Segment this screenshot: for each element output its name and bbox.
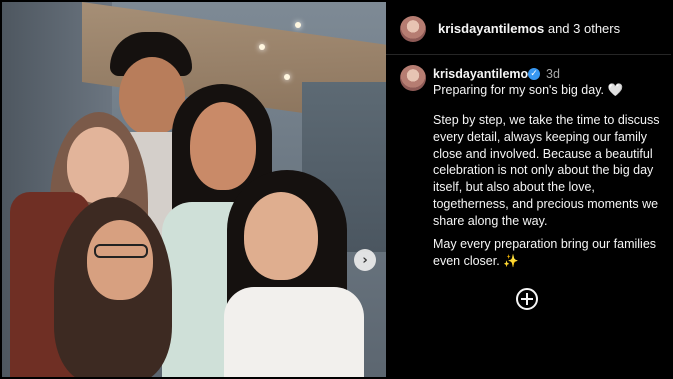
- caption-paragraph-3: May every preparation bring our families…: [433, 236, 663, 270]
- caption-paragraph-2: Step by step, we take the time to discus…: [433, 113, 660, 228]
- caption-text: May every preparation bring our families…: [433, 237, 657, 268]
- white-heart-emoji: 🤍: [607, 82, 624, 97]
- post-header: krisdayantilemos and 3 others: [386, 2, 671, 55]
- header-username[interactable]: krisdayantilemos: [438, 21, 544, 36]
- chevron-right-icon: ›: [362, 252, 368, 268]
- caption-line-1: Preparing for my son's big day. 🤍: [433, 82, 663, 99]
- post-modal: › krisdayantilemos and 3 others krisdaya…: [0, 0, 673, 379]
- sparkles-emoji: ✨: [503, 252, 519, 268]
- post-photo[interactable]: ›: [2, 2, 386, 377]
- plus-circle-icon[interactable]: [516, 288, 538, 310]
- verified-badge-icon: ✓: [528, 68, 540, 80]
- photo-ceiling-light: [284, 74, 290, 80]
- post-username[interactable]: krisdayantilemos: [433, 67, 535, 81]
- post-timestamp[interactable]: 3d: [546, 67, 560, 81]
- next-photo-button[interactable]: ›: [354, 249, 376, 271]
- header-others[interactable]: and 3 others: [548, 21, 620, 36]
- photo-ceiling-light: [295, 22, 301, 28]
- photo-ceiling-light: [259, 44, 265, 50]
- post-avatar[interactable]: [400, 65, 426, 91]
- header-avatar[interactable]: [400, 16, 426, 42]
- caption-text: Preparing for my son's big day.: [433, 83, 604, 97]
- post-side-panel: krisdayantilemos and 3 others krisdayant…: [386, 2, 671, 377]
- header-title: krisdayantilemos and 3 others: [438, 21, 620, 36]
